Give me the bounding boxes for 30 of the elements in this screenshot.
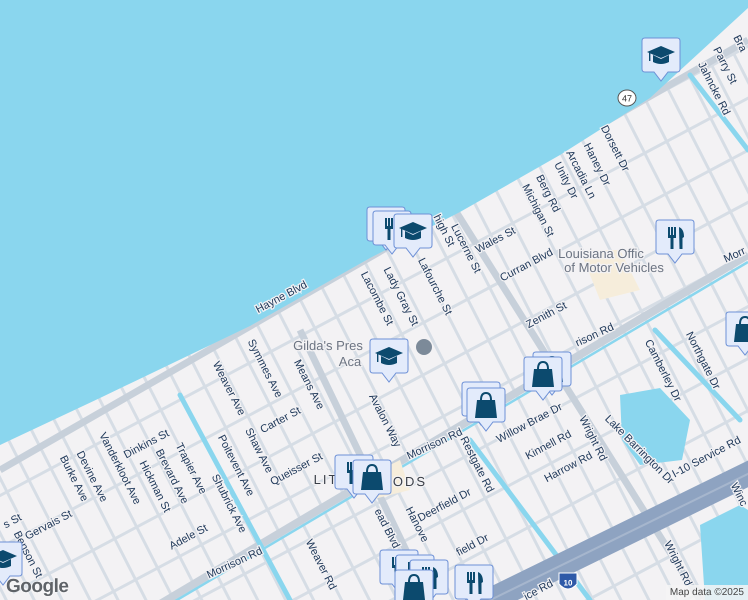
map-label: ead Blvd [372,506,402,550]
map-label: s St [1,512,24,532]
map-label: ice Rd [522,578,556,600]
map-pin-stack[interactable] [380,550,448,600]
map-label: rison Rd [574,321,616,350]
interstate-shield: 10 [558,572,578,590]
map-pin-stack[interactable] [524,352,572,400]
shopping-bag-pin-icon[interactable] [726,312,748,356]
map-pin-stack[interactable] [366,206,432,258]
map-label: LIT [314,472,338,487]
map-label: Adele St [167,522,210,552]
map-label: field Dr [454,532,491,559]
fork-knife-pin-icon[interactable] [454,564,494,600]
map-label: of Motor Vehicles [564,260,664,275]
map-label: Wales St [474,224,518,256]
map-label: Aca [338,354,362,369]
map-attribution: Map data ©2025 [666,585,748,600]
route-shield: 47 [618,90,636,106]
map-label: Carter St [258,404,303,436]
fork-knife-pin-icon[interactable] [656,220,694,264]
graduation-cap-pin-icon[interactable] [370,338,408,382]
map-label: Gilda's Pres [293,338,363,353]
map-label: ODS [392,474,428,489]
graduation-cap-pin-icon[interactable] [642,38,680,82]
map-pin-stack[interactable] [334,454,392,504]
map-label: Bra [730,33,748,54]
school-poi-icon[interactable] [416,339,432,355]
map-label: Louisiana Offic [558,246,644,261]
map-label: Winc [728,481,748,508]
map-label: Morr [722,245,748,266]
